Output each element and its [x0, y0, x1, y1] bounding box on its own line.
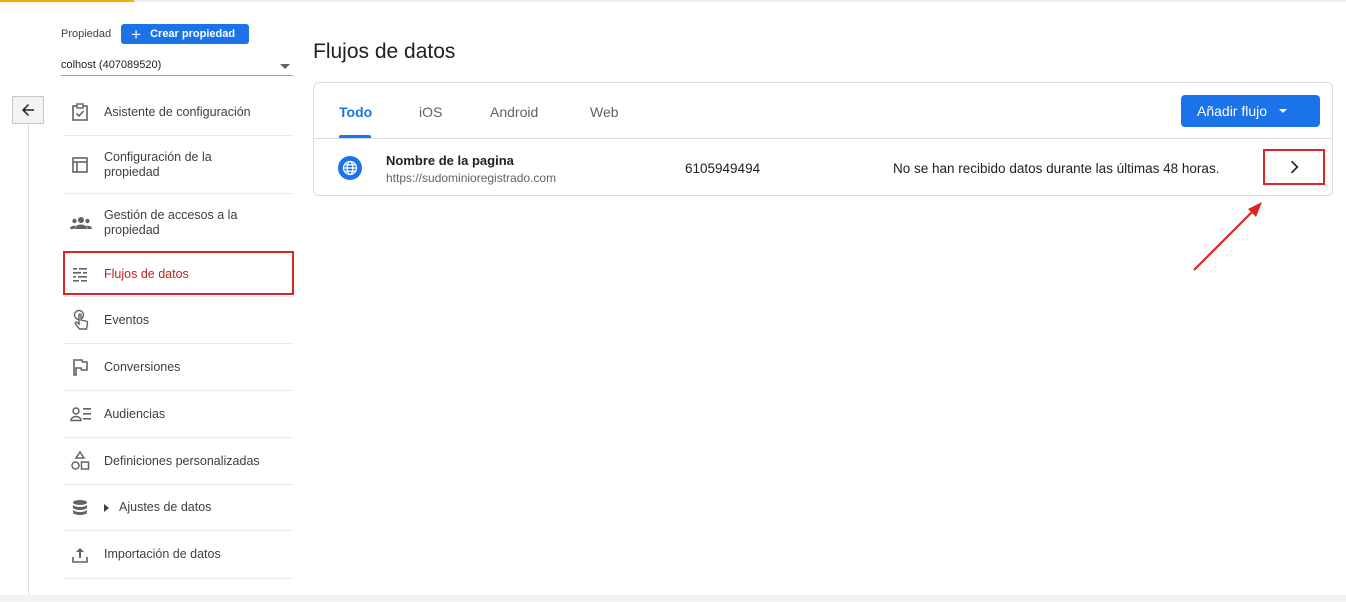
stream-url: https://sudominioregistrado.com — [386, 171, 557, 185]
sidebar-item-conversions[interactable]: Conversiones — [64, 344, 293, 391]
sidebar-item-data-import[interactable]: Importación de datos — [64, 531, 293, 579]
bottom-strip — [0, 595, 1346, 602]
tab-web[interactable]: Web — [590, 104, 619, 120]
sidebar-item-label: Asistente de configuración — [104, 104, 251, 119]
people-icon — [64, 214, 104, 232]
sidebar-item-label: Importación de datos — [104, 547, 221, 561]
create-property-label: Crear propiedad — [150, 28, 236, 40]
expand-arrow-icon[interactable] — [104, 503, 109, 512]
back-button[interactable] — [12, 96, 44, 124]
flag-icon — [64, 357, 104, 377]
stream-name: Nombre de la pagina — [386, 153, 514, 168]
create-property-button[interactable]: + Crear propiedad — [121, 24, 250, 44]
database-icon — [64, 498, 104, 518]
property-select-value: colhost (407089520) — [61, 58, 162, 71]
sidebar-nav: Asistente de configuración Configuración… — [63, 89, 294, 579]
arrow-back-icon — [22, 104, 34, 116]
upload-icon — [64, 545, 104, 565]
tab-android[interactable]: Android — [490, 104, 538, 120]
sidebar-item-access-management[interactable]: Gestión de accesos a la propiedad — [64, 194, 293, 252]
sidebar-item-events[interactable]: Eventos — [64, 297, 293, 344]
stream-id: 6105949494 — [685, 161, 761, 176]
audience-icon — [64, 405, 104, 423]
sidebar-item-label: Conversiones — [104, 359, 181, 374]
chevron-right-icon — [1290, 160, 1299, 174]
top-bar — [0, 0, 1346, 2]
sidebar-item-label: Ajustes de datos — [119, 500, 212, 514]
layout-icon — [64, 155, 104, 175]
shapes-icon — [64, 450, 104, 472]
sidebar-item-label: Definiciones personalizadas — [104, 453, 260, 468]
sidebar-item-data-streams[interactable]: Flujos de datos — [63, 251, 294, 297]
active-tab-indicator — [339, 135, 371, 138]
page-title: Flujos de datos — [313, 40, 456, 63]
checklist-icon — [64, 102, 104, 122]
sidebar-item-label: Configuración de la propiedad — [104, 149, 212, 179]
sidebar-item-custom-definitions[interactable]: Definiciones personalizadas — [64, 438, 293, 485]
dropdown-arrow-icon — [1279, 109, 1288, 113]
loading-bar — [0, 0, 134, 2]
tab-todo[interactable]: Todo — [339, 104, 372, 120]
sidebar-item-label: Audiencias — [104, 406, 166, 421]
property-select[interactable]: colhost (407089520) — [61, 54, 293, 76]
data-streams-card: Todo iOS Android Web Añadir flujo Nombre… — [313, 82, 1333, 196]
chevron-down-icon — [280, 64, 290, 69]
tab-ios[interactable]: iOS — [419, 104, 442, 120]
annotation-arrow — [1193, 202, 1262, 271]
sidebar-item-audiences[interactable]: Audiencias — [64, 391, 293, 438]
sidebar-item-data-settings[interactable]: Ajustes de datos — [64, 485, 293, 531]
sidebar-item-property-settings[interactable]: Configuración de la propiedad — [64, 136, 293, 194]
touch-icon — [64, 309, 104, 331]
open-stream-button[interactable] — [1263, 149, 1325, 185]
sidebar-rail — [28, 124, 29, 596]
highlight-box — [63, 251, 294, 295]
add-stream-label: Añadir flujo — [1197, 103, 1268, 119]
stream-row[interactable]: Nombre de la pagina https://sudominioreg… — [314, 140, 1332, 196]
add-stream-button[interactable]: Añadir flujo — [1181, 95, 1320, 127]
sidebar-item-setup-assistant[interactable]: Asistente de configuración — [64, 89, 293, 136]
platform-tabs: Todo iOS Android Web Añadir flujo — [314, 83, 1332, 139]
sidebar-item-label: Eventos — [104, 312, 150, 327]
property-header: Propiedad + Crear propiedad — [61, 24, 250, 44]
plus-icon: + — [131, 24, 142, 44]
property-label: Propiedad — [61, 28, 112, 40]
stream-status: No se han recibido datos durante las últ… — [893, 161, 1220, 176]
sidebar-item-label: Gestión de accesos a la propiedad — [104, 207, 238, 237]
globe-icon — [338, 156, 362, 185]
